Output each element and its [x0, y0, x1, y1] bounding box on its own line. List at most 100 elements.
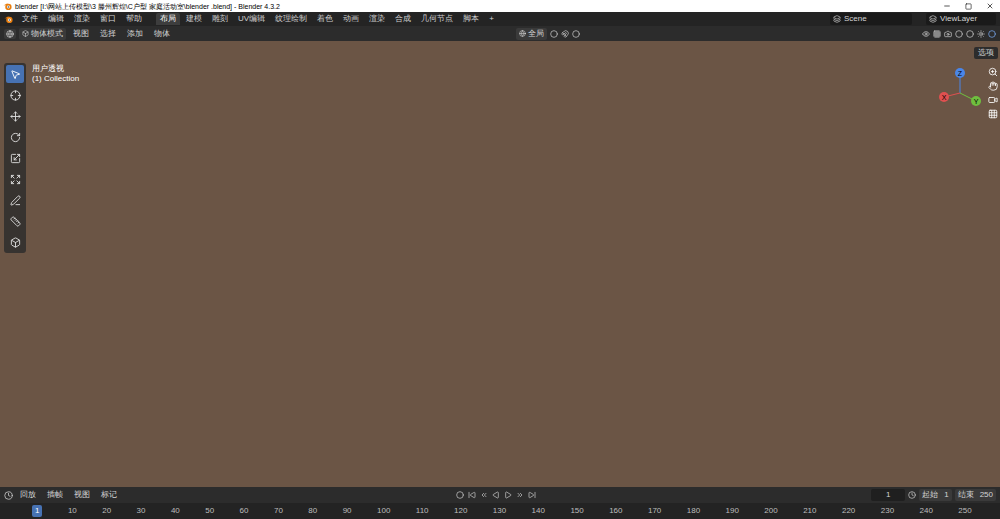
shading-material-icon[interactable] — [977, 30, 985, 38]
end-frame-field[interactable]: 结束250 — [955, 489, 996, 501]
frame-tick: 180 — [687, 507, 700, 515]
workspace-tab[interactable]: 动画 — [339, 13, 363, 25]
timeline-editor-icon[interactable] — [4, 491, 13, 500]
gizmo-toggle-icon[interactable] — [933, 30, 941, 38]
jump-start-icon[interactable] — [468, 491, 476, 499]
play-reverse-icon[interactable] — [492, 491, 500, 499]
orientation-icon — [519, 30, 526, 37]
viewport-menu-item[interactable]: 视图 — [69, 30, 93, 38]
frame-tick: 20 — [102, 507, 111, 515]
start-frame-field[interactable]: 起始1 — [919, 489, 951, 501]
orientation-dropdown[interactable]: 全局 — [516, 28, 547, 40]
frame-tick: 160 — [609, 507, 622, 515]
tool-button[interactable] — [6, 128, 24, 146]
tool-button[interactable] — [6, 107, 24, 125]
preview-range-icon[interactable] — [908, 491, 916, 499]
shading-solid-icon[interactable] — [966, 30, 974, 38]
workspace-tab[interactable]: 布局 — [156, 13, 180, 25]
frame-tick: 80 — [308, 507, 317, 515]
pan-icon[interactable] — [988, 81, 998, 91]
menu-bar: 文件编辑渲染窗口帮助布局建模雕刻UV编辑纹理绘制着色动画渲染合成几何节点脚本+S… — [0, 12, 1000, 26]
record-icon[interactable] — [456, 491, 464, 499]
proportional-icon[interactable] — [572, 30, 580, 38]
timeline-ruler[interactable]: 1102030405060708090100110120130140150160… — [0, 503, 1000, 519]
menu-item[interactable]: 编辑 — [44, 15, 68, 23]
play-icon[interactable] — [504, 491, 512, 499]
frame-tick: 240 — [920, 507, 933, 515]
tool-button[interactable] — [6, 170, 24, 188]
next-keyframe-icon[interactable] — [516, 491, 524, 499]
prev-keyframe-icon[interactable] — [480, 491, 488, 499]
blender-logo-icon — [4, 15, 13, 24]
pivot-icon[interactable] — [550, 30, 558, 38]
measure-tool-icon — [10, 216, 21, 227]
rotate-tool-icon — [10, 132, 21, 143]
add-workspace-button[interactable]: + — [485, 15, 498, 23]
workspace-tab[interactable]: 脚本 — [459, 13, 483, 25]
collection-label: (1) Collection — [32, 75, 79, 83]
viewport-menu-item[interactable]: 添加 — [123, 30, 147, 38]
tool-button[interactable] — [6, 86, 24, 104]
tool-button[interactable] — [6, 212, 24, 230]
ortho-toggle-icon[interactable] — [988, 109, 998, 119]
svg-text:Y: Y — [974, 98, 979, 105]
editor-type-icon — [6, 30, 14, 38]
tool-button[interactable] — [6, 65, 24, 83]
viewport-menu-item[interactable]: 选择 — [96, 30, 120, 38]
minimize-icon[interactable] — [943, 2, 951, 10]
menu-item[interactable]: 文件 — [18, 15, 42, 23]
overlay-icon[interactable] — [944, 30, 952, 38]
timeline-menu-item[interactable]: 插帧 — [43, 491, 67, 499]
shading-rendered-icon[interactable] — [988, 30, 996, 38]
options-dropdown[interactable]: 选项 — [974, 47, 998, 59]
editor-type-button[interactable] — [4, 29, 16, 39]
current-frame-field[interactable]: 1 — [871, 489, 905, 501]
viewport-menu-item[interactable]: 物体 — [150, 30, 174, 38]
tool-button[interactable] — [6, 149, 24, 167]
move-tool-icon — [10, 111, 21, 122]
menu-item[interactable]: 帮助 — [122, 15, 146, 23]
timeline-menu-item[interactable]: 标记 — [97, 491, 121, 499]
workspace-tab[interactable]: 渲染 — [365, 13, 389, 25]
frame-tick: 100 — [377, 507, 390, 515]
frame-tick: 120 — [454, 507, 467, 515]
visibility-icon[interactable] — [922, 30, 930, 38]
workspace-tab[interactable]: UV编辑 — [234, 13, 269, 25]
menu-item[interactable]: 窗口 — [96, 15, 120, 23]
frame-tick: 210 — [803, 507, 816, 515]
timeline-menu-item[interactable]: 回放 — [16, 491, 40, 499]
workspace-tab[interactable]: 雕刻 — [208, 13, 232, 25]
viewport-render[interactable]: 用户透视 (1) Collection 选项 XYZ — [0, 41, 1000, 487]
tool-button[interactable] — [6, 191, 24, 209]
frame-tick: 230 — [881, 507, 894, 515]
tool-button[interactable] — [6, 233, 24, 251]
workspace-tab[interactable]: 合成 — [391, 13, 415, 25]
blender-logo-icon — [3, 2, 12, 11]
mode-dropdown[interactable]: 物体模式 — [19, 28, 66, 40]
scene-icon — [833, 15, 841, 23]
frame-tick: 1 — [32, 505, 42, 517]
window-title: blender [I:\网站上传模型\3 滕州辉煌\C户型 家庭活动室\blen… — [15, 3, 280, 10]
timeline-menu-item[interactable]: 视图 — [70, 491, 94, 499]
maximize-icon[interactable] — [965, 3, 972, 10]
navigation-gizmo-icon[interactable]: XYZ — [934, 65, 986, 117]
jump-end-icon[interactable] — [528, 491, 536, 499]
workspace-tab[interactable]: 建模 — [182, 13, 206, 25]
snap-icon[interactable] — [561, 30, 569, 38]
scale-tool-icon — [10, 153, 21, 164]
scene-selector[interactable]: Scene — [830, 13, 912, 25]
workspace-tab[interactable]: 几何节点 — [417, 13, 457, 25]
menu-item[interactable]: 渲染 — [70, 15, 94, 23]
annotate-tool-icon — [10, 195, 21, 206]
view-name: 用户透视 — [32, 65, 79, 73]
workspace-tab[interactable]: 着色 — [313, 13, 337, 25]
zoom-icon[interactable] — [988, 67, 998, 77]
frame-tick: 150 — [570, 507, 583, 515]
frame-tick: 170 — [648, 507, 661, 515]
view-layer-selector[interactable]: ViewLayer — [926, 13, 996, 25]
close-icon[interactable] — [986, 2, 994, 10]
workspace-tab[interactable]: 纹理绘制 — [271, 13, 311, 25]
camera-view-icon[interactable] — [988, 95, 998, 105]
blender-window: blender [I:\网站上传模型\3 滕州辉煌\C户型 家庭活动室\blen… — [0, 0, 1000, 519]
shading-wire-icon[interactable] — [955, 30, 963, 38]
